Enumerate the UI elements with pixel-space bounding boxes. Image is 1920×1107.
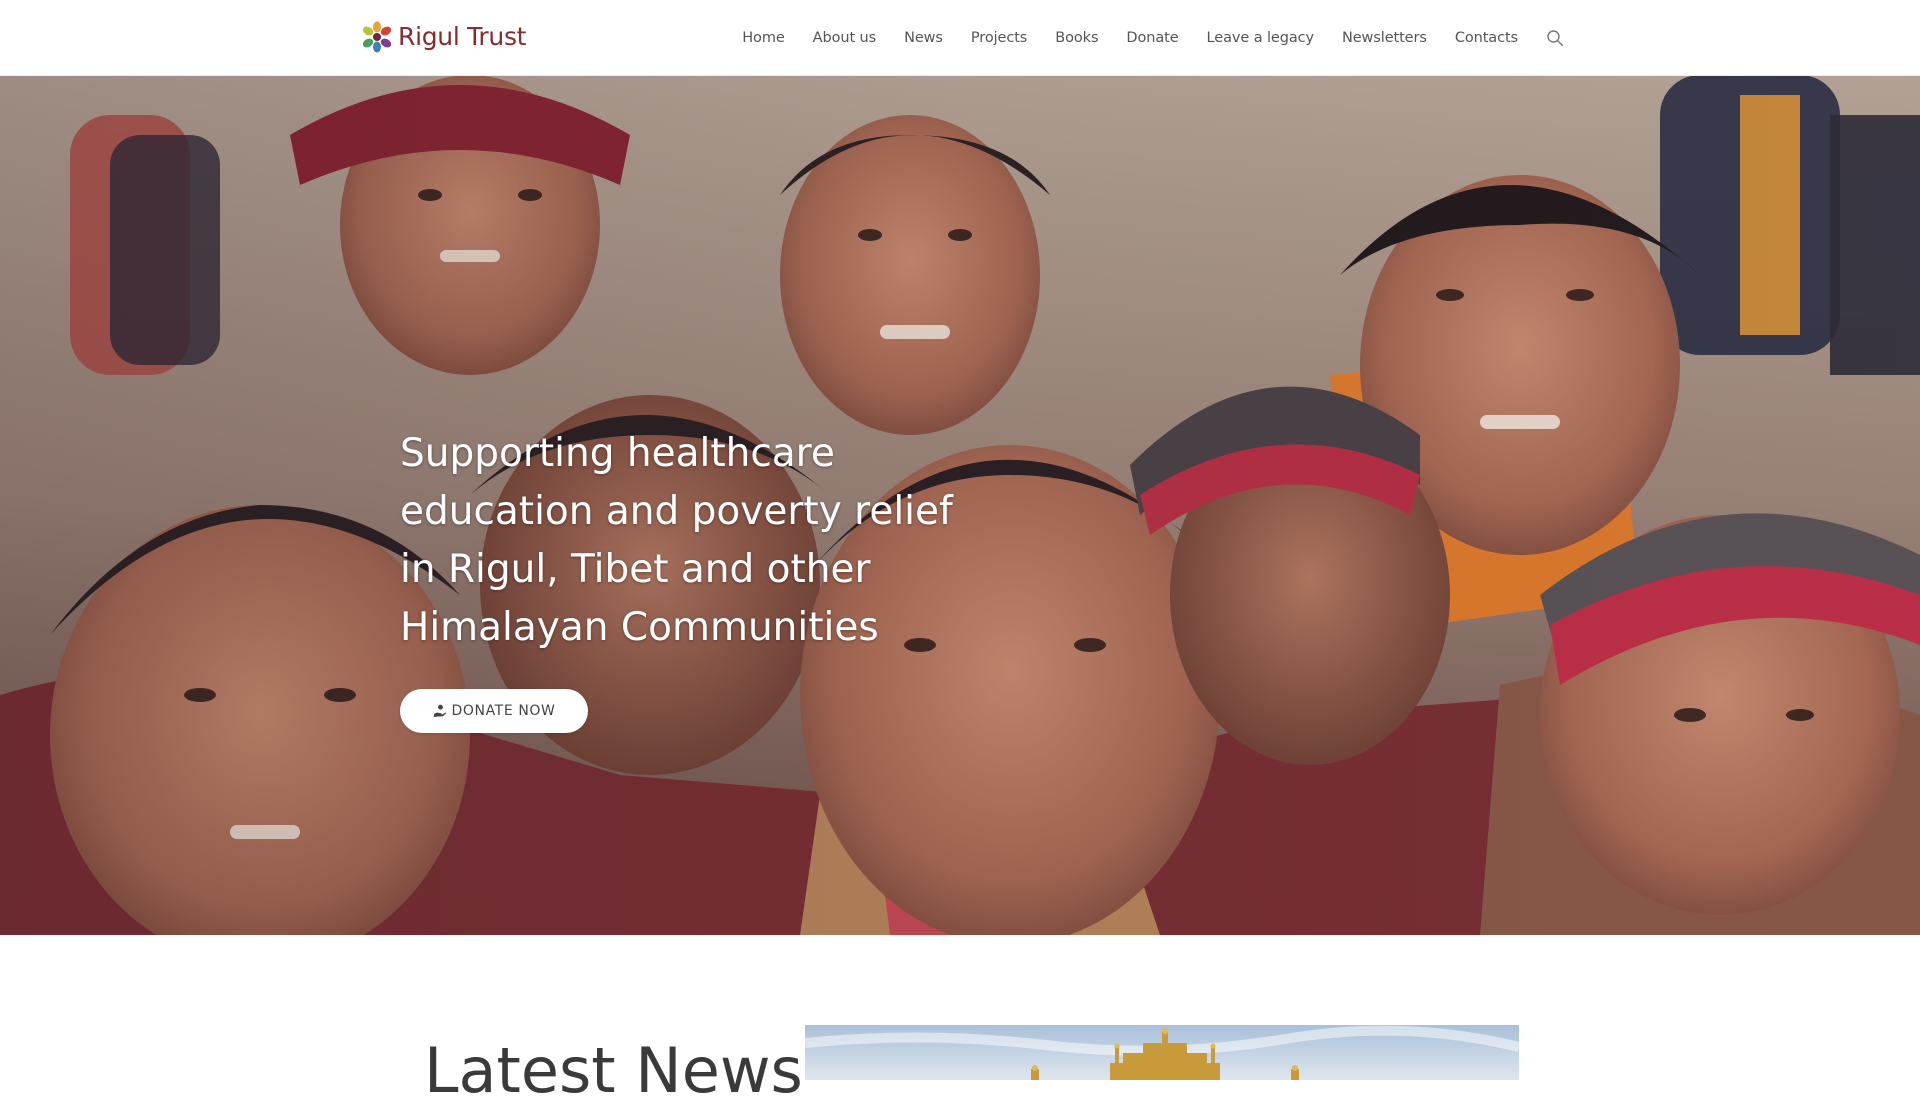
- nav-about-us[interactable]: About us: [813, 30, 877, 46]
- donate-hand-icon: [433, 704, 446, 717]
- donate-now-label: DONATE NOW: [451, 703, 556, 719]
- latest-news-heading: Latest News: [424, 1034, 803, 1107]
- nav-news[interactable]: News: [904, 30, 943, 46]
- nav-newsletters[interactable]: Newsletters: [1342, 30, 1427, 46]
- news-image-temple[interactable]: [805, 1025, 1519, 1080]
- search-icon[interactable]: [1546, 29, 1564, 47]
- hero-overlay: [0, 75, 1920, 935]
- nav-contacts[interactable]: Contacts: [1455, 30, 1518, 46]
- nav-home[interactable]: Home: [742, 30, 785, 46]
- site-header: Rigul Trust Home About us News Projects …: [0, 0, 1920, 76]
- nav-leave-a-legacy[interactable]: Leave a legacy: [1207, 30, 1315, 46]
- nav-books[interactable]: Books: [1055, 30, 1098, 46]
- nav-donate[interactable]: Donate: [1126, 30, 1178, 46]
- hero-banner: Supporting healthcare education and pove…: [0, 75, 1920, 935]
- hero-heading: Supporting healthcare education and pove…: [400, 431, 953, 650]
- nav-projects[interactable]: Projects: [971, 30, 1027, 46]
- logo-flower-icon: [362, 21, 392, 53]
- logo-text: Rigul Trust: [398, 22, 527, 51]
- site-logo[interactable]: Rigul Trust: [358, 20, 526, 54]
- donate-now-button[interactable]: DONATE NOW: [400, 689, 588, 733]
- main-nav: Home About us News Projects Books Donate…: [742, 0, 1564, 75]
